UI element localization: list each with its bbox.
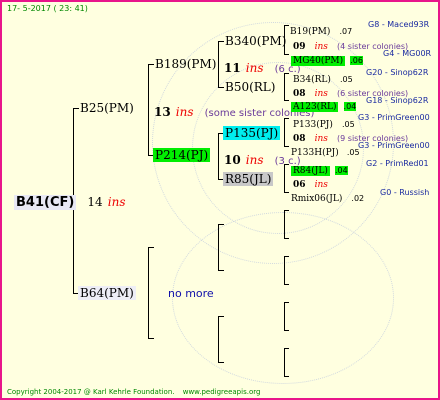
connector: [148, 247, 154, 248]
connector: [284, 284, 289, 285]
gen1-upper-generation: 13: [154, 105, 171, 119]
gen4-source-7: G3 - PrimGreen00: [358, 113, 430, 122]
gen4-source-10: G2 - PrimRed01: [366, 159, 429, 168]
site-link[interactable]: www.pedigreeapis.org: [183, 388, 261, 396]
gen1-upper-node[interactable]: B25(PM): [80, 101, 134, 115]
connector: [284, 256, 285, 285]
connector: [218, 316, 224, 317]
connector: [218, 87, 224, 88]
footer-line: Copyright 2004-2017 @ Karl Kehrle Founda…: [7, 388, 260, 396]
gen3-d-node[interactable]: R85(JL): [223, 172, 274, 186]
gen4-value: .04: [343, 102, 357, 111]
gen4-value: .04: [334, 166, 348, 175]
connector: [284, 330, 289, 331]
gen4-value: .02: [351, 194, 365, 203]
connector: [218, 270, 224, 271]
gen2-lower-node[interactable]: P214(PJ): [153, 148, 211, 162]
gen4-label: Rmix06(JL): [291, 194, 343, 204]
gen4-row-6[interactable]: A123(RL) .04: [291, 94, 357, 113]
gen4-row-12[interactable]: Rmix06(JL) .02: [291, 186, 364, 205]
gen3-c-node[interactable]: P135(PJ): [223, 126, 281, 140]
gen4-source-6: G18 - Sinop62R: [366, 96, 429, 105]
gen3-b-node[interactable]: B50(RL): [225, 80, 275, 94]
connector: [284, 302, 285, 331]
connector: [284, 256, 289, 257]
gen3-a-generation: 11: [224, 61, 241, 75]
gen4-source-1: G8 - Maced93R: [368, 20, 430, 29]
gen4-label: A123(RL): [291, 102, 339, 112]
connector: [73, 108, 79, 109]
gen3-a-insemination: ins: [245, 61, 264, 75]
gen4-source-9: G3 - PrimGreen00: [358, 141, 430, 150]
gen2-lower-generation: 10: [224, 153, 241, 167]
connector: [218, 316, 219, 363]
gen4-source-4: G20 - Sinop62R: [366, 68, 429, 77]
gen2-lower-ins-row: 10 ins (3 c.): [224, 149, 301, 168]
gen2-upper-node[interactable]: B189(PM): [155, 57, 216, 71]
connector: [218, 133, 219, 180]
root-insemination: ins: [107, 195, 126, 209]
root-node[interactable]: B41(CF) 14 ins: [14, 191, 126, 210]
connector: [284, 238, 289, 239]
gen4-row-3[interactable]: MG40(PM) .06: [291, 48, 363, 67]
connector: [218, 41, 224, 42]
gen3-a-node[interactable]: B340(PM): [225, 34, 286, 48]
connector: [284, 118, 285, 147]
pedigree-frame: 17- 5-2017 ( 23: 41) B41(CF) 14 ins B25(…: [0, 0, 440, 400]
connector: [284, 146, 289, 147]
no-more-note: no more: [168, 287, 214, 300]
root-label: B41(CF): [14, 195, 77, 210]
connector: [284, 25, 289, 26]
gen4-source-3: G4 - MG00R: [383, 49, 432, 58]
connector: [284, 164, 285, 193]
connector: [284, 54, 289, 55]
connector: [148, 64, 149, 156]
connector: [284, 210, 289, 211]
connector: [284, 210, 285, 239]
gen4-label: MG40(PM): [291, 56, 346, 66]
connector: [218, 224, 224, 225]
connector: [284, 376, 289, 377]
gen4-row-9[interactable]: P133H(PJ) .05: [291, 140, 360, 159]
connector: [284, 192, 289, 193]
gen2-lower-insemination: ins: [245, 153, 264, 167]
connector: [284, 73, 285, 101]
connector: [148, 64, 154, 65]
connector: [218, 41, 219, 88]
gen4-label: P133H(PJ): [291, 148, 339, 158]
root-generation: 14: [87, 195, 103, 209]
gen3-a-ins-row: 11 ins (6 c.): [224, 57, 301, 76]
connector: [284, 302, 289, 303]
connector: [148, 247, 149, 339]
gen4-value: .06: [350, 56, 363, 65]
gen1-upper-insemination: ins: [175, 105, 194, 119]
connector: [218, 362, 224, 363]
connector: [284, 348, 289, 349]
copyright-text: Copyright 2004-2017 @ Karl Kehrle Founda…: [7, 388, 175, 396]
gen1-lower-node[interactable]: B64(PM): [78, 286, 136, 300]
connector: [148, 338, 154, 339]
connector: [218, 224, 219, 271]
connector: [284, 348, 285, 377]
date-stamp: 17- 5-2017 ( 23: 41): [7, 4, 88, 13]
gen4-source-12: G0 - Russish: [380, 188, 430, 197]
